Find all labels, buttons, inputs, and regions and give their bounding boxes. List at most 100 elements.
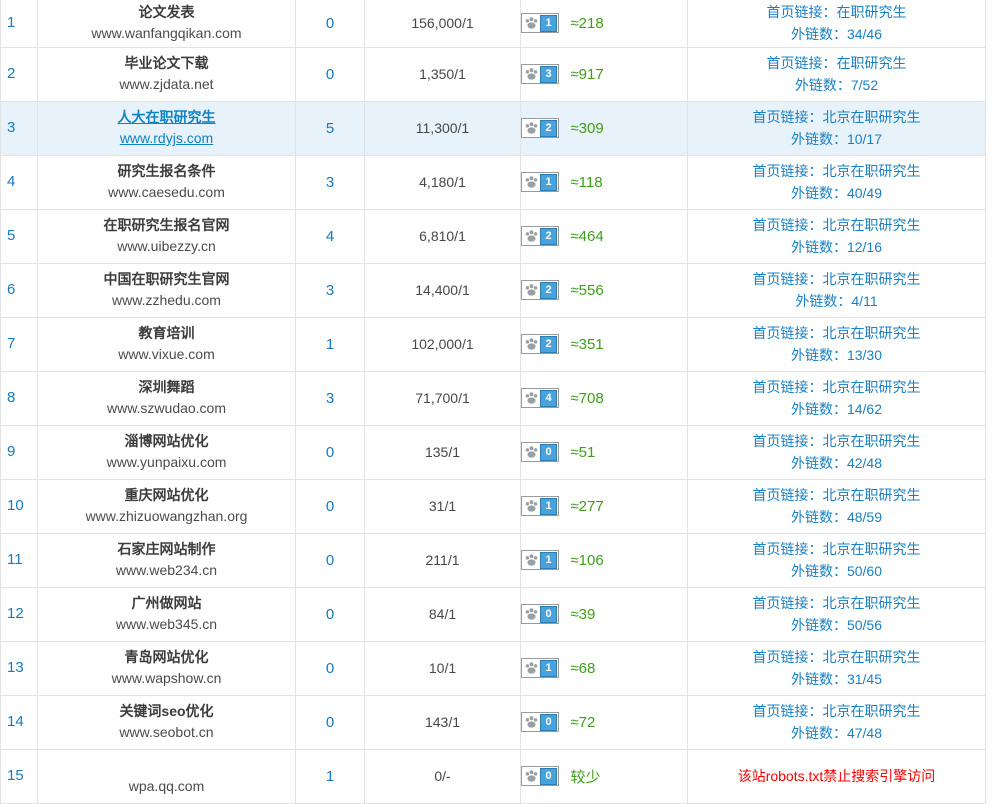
links-cell: 首页链接：在职研究生 外链数：7/52	[688, 47, 986, 101]
weight-cell: 1 ≈218	[521, 0, 688, 47]
baidu-weight-badge[interactable]: 1	[521, 13, 559, 33]
site-cell: 研究生报名条件 www.caesedu.com	[38, 155, 296, 209]
homepage-link-text: 首页链接：北京在职研究生	[688, 322, 985, 344]
weight-estimate: ≈106	[570, 552, 603, 569]
ratio-value: 6,810/1	[419, 228, 466, 244]
site-url: www.caesedu.com	[38, 182, 295, 203]
site-title: 在职研究生报名官网	[38, 215, 295, 236]
rank-cell: 14	[1, 695, 38, 749]
baidu-weight-badge[interactable]: 0	[521, 712, 559, 732]
site-url: www.web234.cn	[38, 560, 295, 581]
count-value: 4	[326, 228, 334, 245]
count-cell: 0	[296, 0, 365, 47]
weight-badge-number: 1	[540, 15, 557, 32]
outlinks-text: 外链数：12/16	[688, 236, 985, 258]
table-row: 10 重庆网站优化 www.zhizuowangzhan.org 0 31/1	[1, 479, 986, 533]
weight-estimate: ≈39	[570, 606, 595, 623]
baidu-weight-badge[interactable]: 2	[521, 334, 559, 354]
count-value: 0	[326, 552, 334, 569]
rank-number: 2	[1, 65, 15, 82]
count-cell: 1	[296, 749, 365, 803]
site-title	[38, 755, 295, 776]
weight-cell: 1 ≈118	[521, 155, 688, 209]
table-row: 11 石家庄网站制作 www.web234.cn 0 211/1	[1, 533, 986, 587]
weight-estimate: ≈68	[570, 660, 595, 677]
table-row: 5 在职研究生报名官网 www.uibezzy.cn 4 6,810/1	[1, 209, 986, 263]
paw-icon	[525, 68, 538, 80]
rank-cell: 1	[1, 0, 38, 47]
rank-number: 7	[1, 335, 15, 352]
ratio-value: 143/1	[425, 714, 460, 730]
baidu-weight-badge[interactable]: 0	[521, 442, 559, 462]
homepage-link-text: 首页链接：北京在职研究生	[688, 430, 985, 452]
baidu-weight-badge[interactable]: 2	[521, 226, 559, 246]
site-cell: 人大在职研究生 www.rdyjs.com	[38, 101, 296, 155]
site-url: www.wanfangqikan.com	[38, 23, 295, 44]
baidu-weight-badge[interactable]: 1	[521, 172, 559, 192]
ratio-value: 84/1	[429, 606, 456, 622]
ratio-cell: 102,000/1	[365, 317, 521, 371]
links-cell: 首页链接：北京在职研究生 外链数：14/62	[688, 371, 986, 425]
rank-cell: 8	[1, 371, 38, 425]
weight-cell: 0 ≈39	[521, 587, 688, 641]
site-title: 教育培训	[38, 323, 295, 344]
site-url: www.vixue.com	[38, 344, 295, 365]
homepage-link-text: 首页链接：北京在职研究生	[688, 106, 985, 128]
ratio-cell: 14,400/1	[365, 263, 521, 317]
rank-number: 1	[1, 14, 15, 31]
links-cell: 首页链接：北京在职研究生 外链数：31/45	[688, 641, 986, 695]
baidu-weight-badge[interactable]: 4	[521, 388, 559, 408]
baidu-weight-badge[interactable]: 1	[521, 658, 559, 678]
table-row: 1 论文发表 www.wanfangqikan.com 0 156,000/1	[1, 0, 986, 47]
ratio-value: 11,300/1	[416, 120, 469, 136]
site-url[interactable]: www.rdyjs.com	[38, 128, 295, 149]
weight-cell: 4 ≈708	[521, 371, 688, 425]
site-cell: wpa.qq.com	[38, 749, 296, 803]
site-url: www.uibezzy.cn	[38, 236, 295, 257]
weight-badge-number: 0	[540, 606, 557, 623]
homepage-link-text: 首页链接：北京在职研究生	[688, 484, 985, 506]
site-url: www.szwudao.com	[38, 398, 295, 419]
rank-cell: 12	[1, 587, 38, 641]
baidu-weight-badge[interactable]: 2	[521, 280, 559, 300]
weight-estimate: ≈51	[570, 444, 595, 461]
table-row: 8 深圳舞蹈 www.szwudao.com 3 71,700/1	[1, 371, 986, 425]
site-url: www.wapshow.cn	[38, 668, 295, 689]
ratio-value: 1,350/1	[419, 66, 466, 82]
table-row: 6 中国在职研究生官网 www.zzhedu.com 3 14,400/1	[1, 263, 986, 317]
rank-number: 6	[1, 281, 15, 298]
baidu-weight-badge[interactable]: 2	[521, 118, 559, 138]
ratio-cell: 143/1	[365, 695, 521, 749]
table-row: 12 广州做网站 www.web345.cn 0 84/1	[1, 587, 986, 641]
paw-icon	[525, 554, 538, 566]
rank-cell: 2	[1, 47, 38, 101]
rank-number: 11	[1, 551, 23, 568]
weight-badge-number: 4	[540, 390, 557, 407]
weight-cell: 2 ≈556	[521, 263, 688, 317]
site-cell: 关键词seo优化 www.seobot.cn	[38, 695, 296, 749]
robots-note: 该站robots.txt禁止搜索引擎访问	[688, 765, 985, 787]
count-value: 0	[326, 66, 334, 83]
baidu-weight-badge[interactable]: 0	[521, 604, 559, 624]
baidu-weight-badge[interactable]: 1	[521, 496, 559, 516]
paw-icon	[525, 176, 538, 188]
ratio-cell: 4,180/1	[365, 155, 521, 209]
count-cell: 0	[296, 425, 365, 479]
count-cell: 0	[296, 479, 365, 533]
weight-cell: 1 ≈277	[521, 479, 688, 533]
weight-badge-number: 3	[540, 66, 557, 83]
site-cell: 淄博网站优化 www.yunpaixu.com	[38, 425, 296, 479]
rank-number: 8	[1, 389, 15, 406]
ratio-value: 14,400/1	[415, 282, 470, 298]
paw-icon	[525, 284, 538, 296]
baidu-weight-badge[interactable]: 3	[521, 64, 559, 84]
outlinks-text: 外链数：34/46	[688, 23, 985, 45]
rank-number: 14	[1, 713, 24, 730]
site-title[interactable]: 人大在职研究生	[38, 107, 295, 128]
count-cell: 3	[296, 155, 365, 209]
baidu-weight-badge[interactable]: 0	[521, 766, 559, 786]
site-title: 石家庄网站制作	[38, 539, 295, 560]
weight-badge-number: 0	[540, 768, 557, 785]
count-cell: 0	[296, 533, 365, 587]
baidu-weight-badge[interactable]: 1	[521, 550, 559, 570]
